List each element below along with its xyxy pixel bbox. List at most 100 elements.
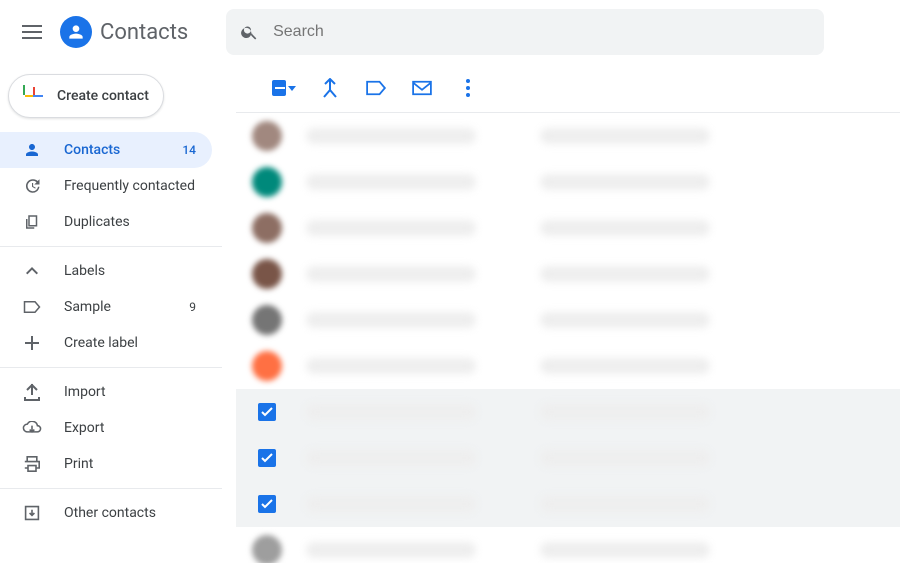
sidebar-item-label: Print	[64, 456, 196, 472]
contact-row[interactable]	[236, 205, 900, 251]
contact-checkbox-checked[interactable]	[258, 403, 276, 421]
sidebar-item-label: Other contacts	[64, 505, 196, 521]
selection-indicator-icon	[272, 80, 286, 96]
contact-email-redacted	[540, 404, 710, 420]
contact-name-redacted	[306, 174, 476, 190]
merge-button[interactable]	[318, 76, 342, 100]
export-icon	[22, 421, 42, 435]
contact-row[interactable]	[236, 343, 900, 389]
hamburger-icon	[22, 25, 42, 39]
contact-name-redacted	[306, 404, 476, 420]
divider	[0, 488, 222, 489]
person-icon	[22, 141, 42, 159]
sidebar-item-label: Import	[64, 384, 196, 400]
check-icon	[261, 499, 273, 509]
contact-name-redacted	[306, 220, 476, 236]
contact-email-redacted	[540, 312, 710, 328]
manage-labels-button[interactable]	[364, 76, 388, 100]
contact-avatar[interactable]	[252, 351, 282, 381]
contact-email-redacted	[540, 496, 710, 512]
create-contact-button[interactable]: Create contact	[8, 74, 164, 118]
contact-email-redacted	[540, 220, 710, 236]
merge-icon	[321, 78, 339, 98]
app-title: Contacts	[100, 20, 188, 45]
main-content	[222, 64, 900, 563]
divider	[0, 246, 222, 247]
sidebar-item-duplicates[interactable]: Duplicates	[0, 204, 212, 240]
label-icon	[365, 80, 387, 96]
contact-row[interactable]	[236, 297, 900, 343]
contact-row[interactable]	[236, 113, 900, 159]
contact-email-redacted	[540, 128, 710, 144]
contact-avatar[interactable]	[252, 213, 282, 243]
import-icon	[22, 383, 42, 401]
contact-row[interactable]	[236, 435, 900, 481]
history-icon	[22, 177, 42, 195]
selection-toolbar	[236, 64, 900, 112]
sidebar-item-count: 9	[189, 300, 196, 314]
contact-row[interactable]	[236, 481, 900, 527]
create-contact-label: Create contact	[57, 88, 149, 104]
sidebar-item-label: Labels	[64, 263, 196, 279]
contact-avatar[interactable]	[252, 167, 282, 197]
contact-name-redacted	[306, 128, 476, 144]
contact-row[interactable]	[236, 159, 900, 205]
plus-multicolor-icon	[23, 85, 45, 107]
contact-row[interactable]	[236, 527, 900, 563]
sidebar-item-contacts[interactable]: Contacts 14	[0, 132, 212, 168]
contact-avatar[interactable]	[252, 305, 282, 335]
contact-email-redacted	[540, 266, 710, 282]
contact-email-redacted	[540, 358, 710, 374]
sidebar-label-sample[interactable]: Sample 9	[0, 289, 212, 325]
contact-checkbox-checked[interactable]	[258, 449, 276, 467]
sidebar-item-label: Create label	[64, 335, 196, 351]
caret-down-icon	[288, 86, 296, 91]
contact-list	[236, 112, 900, 563]
sidebar-item-label: Duplicates	[64, 214, 196, 230]
main-menu-button[interactable]	[12, 12, 52, 52]
plus-icon	[22, 336, 42, 350]
contact-name-redacted	[306, 496, 476, 512]
contact-name-redacted	[306, 542, 476, 558]
divider	[0, 367, 222, 368]
sidebar-item-other-contacts[interactable]: Other contacts	[0, 495, 212, 531]
contact-row[interactable]	[236, 389, 900, 435]
sidebar-item-export[interactable]: Export	[0, 410, 212, 446]
sidebar: Create contact Contacts 14 Frequently co…	[0, 64, 222, 563]
chevron-up-icon	[22, 267, 42, 275]
more-actions-button[interactable]	[456, 76, 480, 100]
sidebar-item-print[interactable]: Print	[0, 446, 212, 482]
print-icon	[22, 456, 42, 472]
search-input[interactable]	[273, 23, 810, 41]
contact-avatar[interactable]	[252, 535, 282, 563]
contact-email-redacted	[540, 174, 710, 190]
app-logo: Contacts	[60, 16, 188, 48]
sidebar-item-label: Export	[64, 420, 196, 436]
label-icon	[22, 300, 42, 314]
sidebar-item-frequent[interactable]: Frequently contacted	[0, 168, 212, 204]
sidebar-item-count: 14	[182, 143, 196, 157]
duplicate-icon	[22, 213, 42, 231]
contact-checkbox-checked[interactable]	[258, 495, 276, 513]
sidebar-create-label[interactable]: Create label	[0, 325, 212, 361]
contact-avatar[interactable]	[252, 259, 282, 289]
send-email-button[interactable]	[410, 76, 434, 100]
search-icon	[240, 22, 259, 42]
contact-name-redacted	[306, 450, 476, 466]
more-vert-icon	[466, 79, 470, 97]
selection-dropdown[interactable]	[272, 76, 296, 100]
search-bar[interactable]	[226, 9, 824, 55]
contact-email-redacted	[540, 450, 710, 466]
sidebar-item-label: Frequently contacted	[64, 178, 196, 194]
contact-email-redacted	[540, 542, 710, 558]
contact-name-redacted	[306, 266, 476, 282]
sidebar-item-import[interactable]: Import	[0, 374, 212, 410]
check-icon	[261, 453, 273, 463]
contact-name-redacted	[306, 358, 476, 374]
contact-avatar[interactable]	[252, 121, 282, 151]
sidebar-labels-header[interactable]: Labels	[0, 253, 212, 289]
check-icon	[261, 407, 273, 417]
contact-row[interactable]	[236, 251, 900, 297]
email-icon	[411, 80, 433, 96]
archive-icon	[22, 505, 42, 521]
